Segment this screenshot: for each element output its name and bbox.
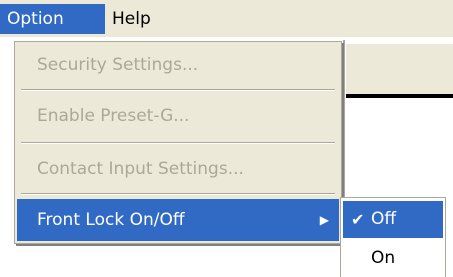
background-toolbar [346, 43, 453, 95]
option-dropdown-menu: Security Settings... Enable Preset-G... … [14, 41, 342, 244]
background-panel-border [346, 94, 453, 98]
front-lock-submenu: ✔ Off On [340, 197, 446, 277]
menu-help[interactable]: Help [105, 4, 165, 34]
triangle-right-icon: ▶ [319, 213, 329, 227]
menu-separator [21, 89, 335, 91]
submenu-item-on-label: On [371, 248, 396, 268]
submenu-item-off-label: Off [371, 209, 397, 229]
menu-item-front-lock[interactable]: Front Lock On/Off ▶ [17, 199, 339, 241]
menu-item-enable-preset-g[interactable]: Enable Preset-G... [17, 95, 339, 137]
checkmark-icon: ✔ [351, 210, 365, 229]
menu-separator [21, 142, 335, 144]
application-window: Option Help Security Settings... Enable … [0, 0, 453, 277]
menu-bar: Option Help [0, 0, 453, 37]
menu-item-security-settings[interactable]: Security Settings... [17, 44, 339, 86]
submenu-item-off[interactable]: ✔ Off [343, 201, 443, 238]
menu-item-front-lock-label: Front Lock On/Off [37, 210, 185, 230]
menu-separator [21, 193, 335, 195]
menu-option[interactable]: Option [0, 4, 105, 34]
submenu-item-on[interactable]: On [343, 240, 443, 277]
menu-item-contact-input-settings[interactable]: Contact Input Settings... [17, 148, 339, 190]
